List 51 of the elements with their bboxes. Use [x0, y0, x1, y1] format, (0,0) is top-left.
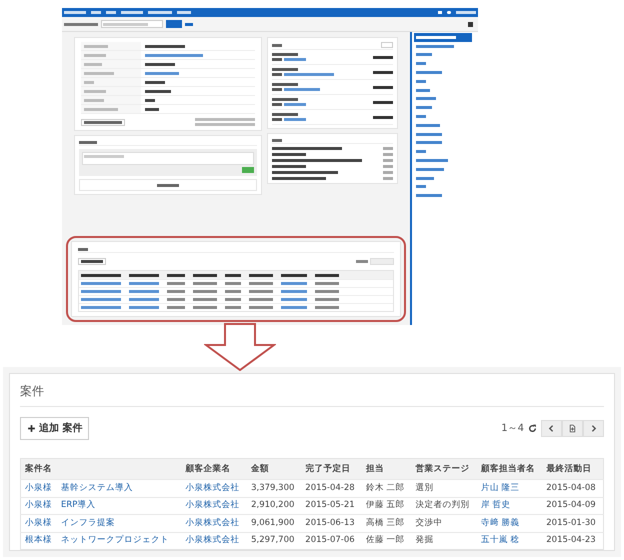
table-cell: 2015-07-06 [301, 532, 362, 550]
plus-icon [27, 424, 36, 433]
table-cell: 2015-06-13 [301, 514, 362, 532]
table-link[interactable]: 小泉様 ERP導入 [20, 497, 182, 514]
chevron-right-icon [589, 424, 598, 433]
table-link[interactable]: 小泉株式会社 [182, 514, 248, 532]
table-link[interactable]: 小泉株式会社 [182, 532, 248, 550]
table-cell: 佐藤 一郎 [362, 532, 412, 550]
column-header[interactable]: 顧客企業名 [182, 458, 248, 480]
table-cell: 2015-05-21 [301, 497, 362, 514]
add-case-button[interactable]: 追加 案件 [20, 417, 90, 440]
card-title: 案件 [20, 382, 604, 407]
column-header[interactable]: 営業ステージ [411, 458, 477, 480]
document-button[interactable] [562, 420, 583, 437]
table-cell: 5,297,700 [247, 532, 302, 550]
table-cell: 伊藤 五郎 [362, 497, 412, 514]
table-cell: 2015-04-08 [542, 480, 604, 497]
table-link[interactable]: 小泉様 インフラ提案 [20, 514, 182, 532]
table-link[interactable]: 小泉株式会社 [182, 480, 248, 497]
table-cell: 2015-04-09 [542, 497, 604, 514]
table-link[interactable]: 小泉株式会社 [182, 497, 248, 514]
table-cell: 鈴木 二郎 [362, 480, 412, 497]
table-cell: 発掘 [411, 532, 477, 550]
document-icon [568, 424, 577, 433]
column-header[interactable]: 案件名 [20, 458, 182, 480]
record-count: 1～4 [501, 422, 524, 436]
column-header[interactable]: 顧客担当者名 [476, 458, 542, 480]
column-header[interactable]: 最終活動日 [542, 458, 604, 480]
table-cell: 交渉中 [411, 514, 477, 532]
column-header[interactable]: 金額 [247, 458, 302, 480]
refresh-icon [528, 424, 537, 433]
previous-button[interactable] [541, 420, 562, 437]
table-link[interactable]: 岸 哲史 [476, 497, 542, 514]
chevron-left-icon [547, 424, 556, 433]
table-cell: 2015-04-28 [301, 480, 362, 497]
table-cell: 2015-01-30 [542, 514, 604, 532]
table-cell: 3,379,300 [247, 480, 302, 497]
table-link[interactable]: 根本様 ネットワークプロジェクト [20, 532, 182, 550]
table-cell: 選別 [411, 480, 477, 497]
table-cell: 高橋 三郎 [362, 514, 412, 532]
table-cell: 決定者の判別 [411, 497, 477, 514]
column-header[interactable]: 完了予定日 [301, 458, 362, 480]
table-link[interactable]: 寺﨑 勝義 [476, 514, 542, 532]
next-button[interactable] [583, 420, 604, 437]
table-link[interactable]: 片山 隆三 [476, 480, 542, 497]
table-cell: 9,061,900 [247, 514, 302, 532]
table-cell: 2,910,200 [247, 497, 302, 514]
table-link[interactable]: 五十嵐 稔 [476, 532, 542, 550]
table-link[interactable]: 小泉様 基幹システム導入 [20, 480, 182, 497]
table-cell: 2015-04-23 [542, 532, 604, 550]
column-header[interactable]: 担当 [362, 458, 412, 480]
